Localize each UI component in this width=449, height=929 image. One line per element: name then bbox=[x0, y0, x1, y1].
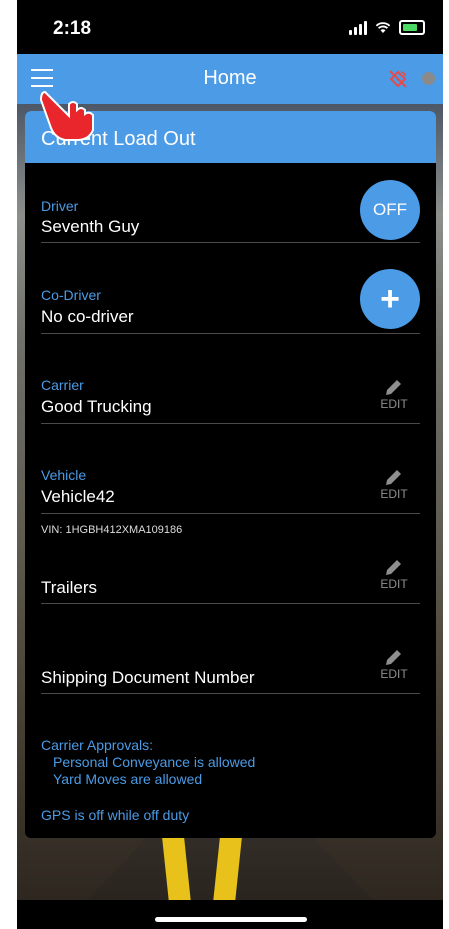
co-driver-value: No co-driver bbox=[41, 307, 134, 326]
status-time: 2:18 bbox=[53, 18, 92, 39]
add-co-driver-button[interactable]: + bbox=[360, 269, 420, 329]
edit-label: EDIT bbox=[380, 397, 408, 411]
edit-carrier-button[interactable]: EDIT bbox=[374, 377, 414, 411]
vehicle-row[interactable]: Vehicle Vehicle42 EDIT bbox=[41, 424, 420, 514]
co-driver-label: Co-Driver bbox=[41, 287, 101, 303]
pencil-icon bbox=[386, 380, 401, 395]
status-icons bbox=[349, 20, 425, 35]
carrier-value: Good Trucking bbox=[41, 397, 152, 416]
driver-label: Driver bbox=[41, 198, 79, 214]
carrier-label: Carrier bbox=[41, 377, 84, 393]
carrier-row[interactable]: Carrier Good Trucking EDIT bbox=[41, 334, 420, 424]
pencil-icon bbox=[386, 650, 401, 665]
driver-status-button[interactable]: OFF bbox=[360, 180, 420, 240]
shipping-document-value: Shipping Document Number bbox=[41, 668, 255, 687]
approvals-title: Carrier Approvals: bbox=[41, 737, 154, 753]
approval-item: Personal Conveyance is allowed bbox=[53, 754, 256, 770]
edit-trailers-button[interactable]: EDIT bbox=[374, 557, 414, 591]
home-bar bbox=[17, 900, 443, 929]
pencil-icon bbox=[386, 470, 401, 485]
vehicle-value: Vehicle42 bbox=[41, 487, 115, 506]
wifi-icon bbox=[375, 21, 391, 33]
edit-label: EDIT bbox=[380, 667, 408, 681]
driver-value: Seventh Guy bbox=[41, 217, 140, 236]
home-indicator[interactable] bbox=[155, 917, 307, 922]
edit-shipping-document-button[interactable]: EDIT bbox=[374, 647, 414, 681]
signal-icon bbox=[349, 20, 367, 35]
status-dot bbox=[422, 72, 435, 85]
trailers-row[interactable]: Trailers EDIT bbox=[41, 514, 420, 604]
gps-note: GPS is off while off duty bbox=[41, 807, 190, 823]
pencil-icon bbox=[386, 560, 401, 575]
shipping-document-row[interactable]: Shipping Document Number EDIT bbox=[41, 604, 420, 694]
edit-label: EDIT bbox=[380, 487, 408, 501]
approval-item: Yard Moves are allowed bbox=[53, 771, 203, 787]
co-driver-row[interactable]: Co-Driver No co-driver + bbox=[41, 243, 420, 334]
edit-label: EDIT bbox=[380, 577, 408, 591]
vehicle-label: Vehicle bbox=[41, 467, 87, 483]
driver-row[interactable]: Driver Seventh Guy OFF bbox=[41, 163, 420, 243]
battery-icon bbox=[399, 20, 425, 35]
pointing-hand-icon bbox=[39, 90, 94, 141]
carrier-approvals: Carrier Approvals: Personal Conveyance i… bbox=[41, 737, 255, 788]
trailers-value: Trailers bbox=[41, 578, 98, 597]
phone-screen: 2:18 Home Current Load Out Driver Sevent… bbox=[17, 0, 443, 929]
satellite-off-icon[interactable] bbox=[387, 68, 409, 90]
status-bar: 2:18 bbox=[17, 0, 443, 54]
load-out-card: Current Load Out Driver Seventh Guy OFF … bbox=[25, 111, 436, 838]
edit-vehicle-button[interactable]: EDIT bbox=[374, 467, 414, 501]
